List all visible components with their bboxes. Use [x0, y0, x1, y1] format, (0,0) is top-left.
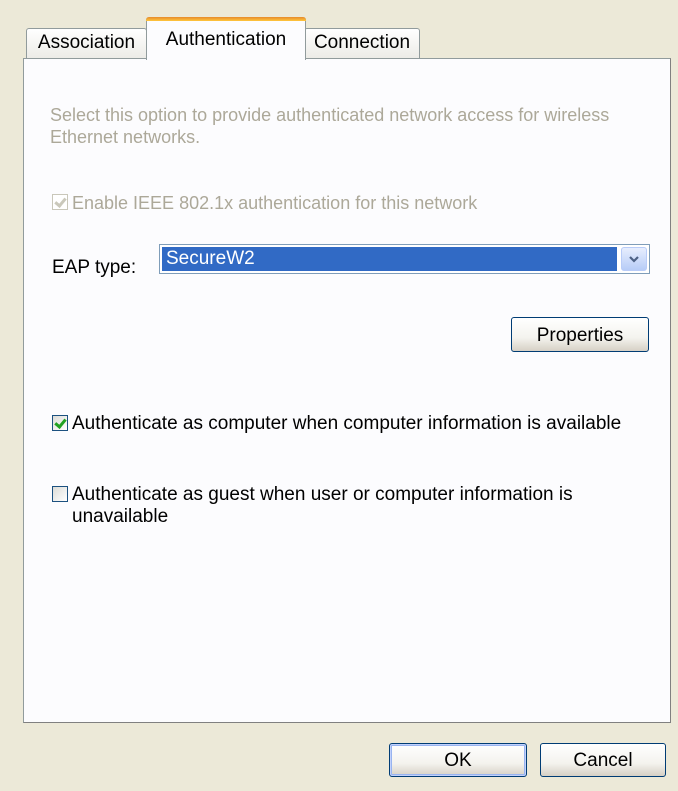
eap-type-label: EAP type: [52, 257, 137, 278]
description-text: Select this option to provide authentica… [50, 105, 610, 147]
eap-type-value: SecureW2 [162, 247, 617, 271]
authentication-panel: Select this option to provide authentica… [23, 58, 671, 723]
chevron-down-icon[interactable] [621, 247, 647, 271]
tab-connection[interactable]: Connection [304, 28, 420, 59]
auth-as-computer-checkbox[interactable] [52, 415, 68, 431]
ok-button[interactable]: OK [389, 743, 527, 777]
auth-as-guest-row[interactable]: Authenticate as guest when user or compu… [52, 484, 652, 528]
auth-as-computer-label[interactable]: Authenticate as computer when computer i… [72, 413, 621, 435]
enable-8021x-checkbox-row: Enable IEEE 802.1x authentication for th… [52, 192, 477, 214]
enable-8021x-checkbox [52, 194, 68, 210]
properties-button[interactable]: Properties [511, 317, 649, 352]
auth-as-guest-checkbox[interactable] [52, 486, 68, 502]
auth-as-guest-label[interactable]: Authenticate as guest when user or compu… [72, 484, 652, 528]
tab-authentication[interactable]: Authentication [146, 17, 306, 60]
tab-association[interactable]: Association [26, 28, 147, 59]
enable-8021x-label: Enable IEEE 802.1x authentication for th… [72, 193, 478, 213]
auth-as-computer-row[interactable]: Authenticate as computer when computer i… [52, 413, 621, 435]
cancel-button[interactable]: Cancel [540, 743, 666, 777]
eap-type-select[interactable]: SecureW2 [159, 244, 650, 274]
